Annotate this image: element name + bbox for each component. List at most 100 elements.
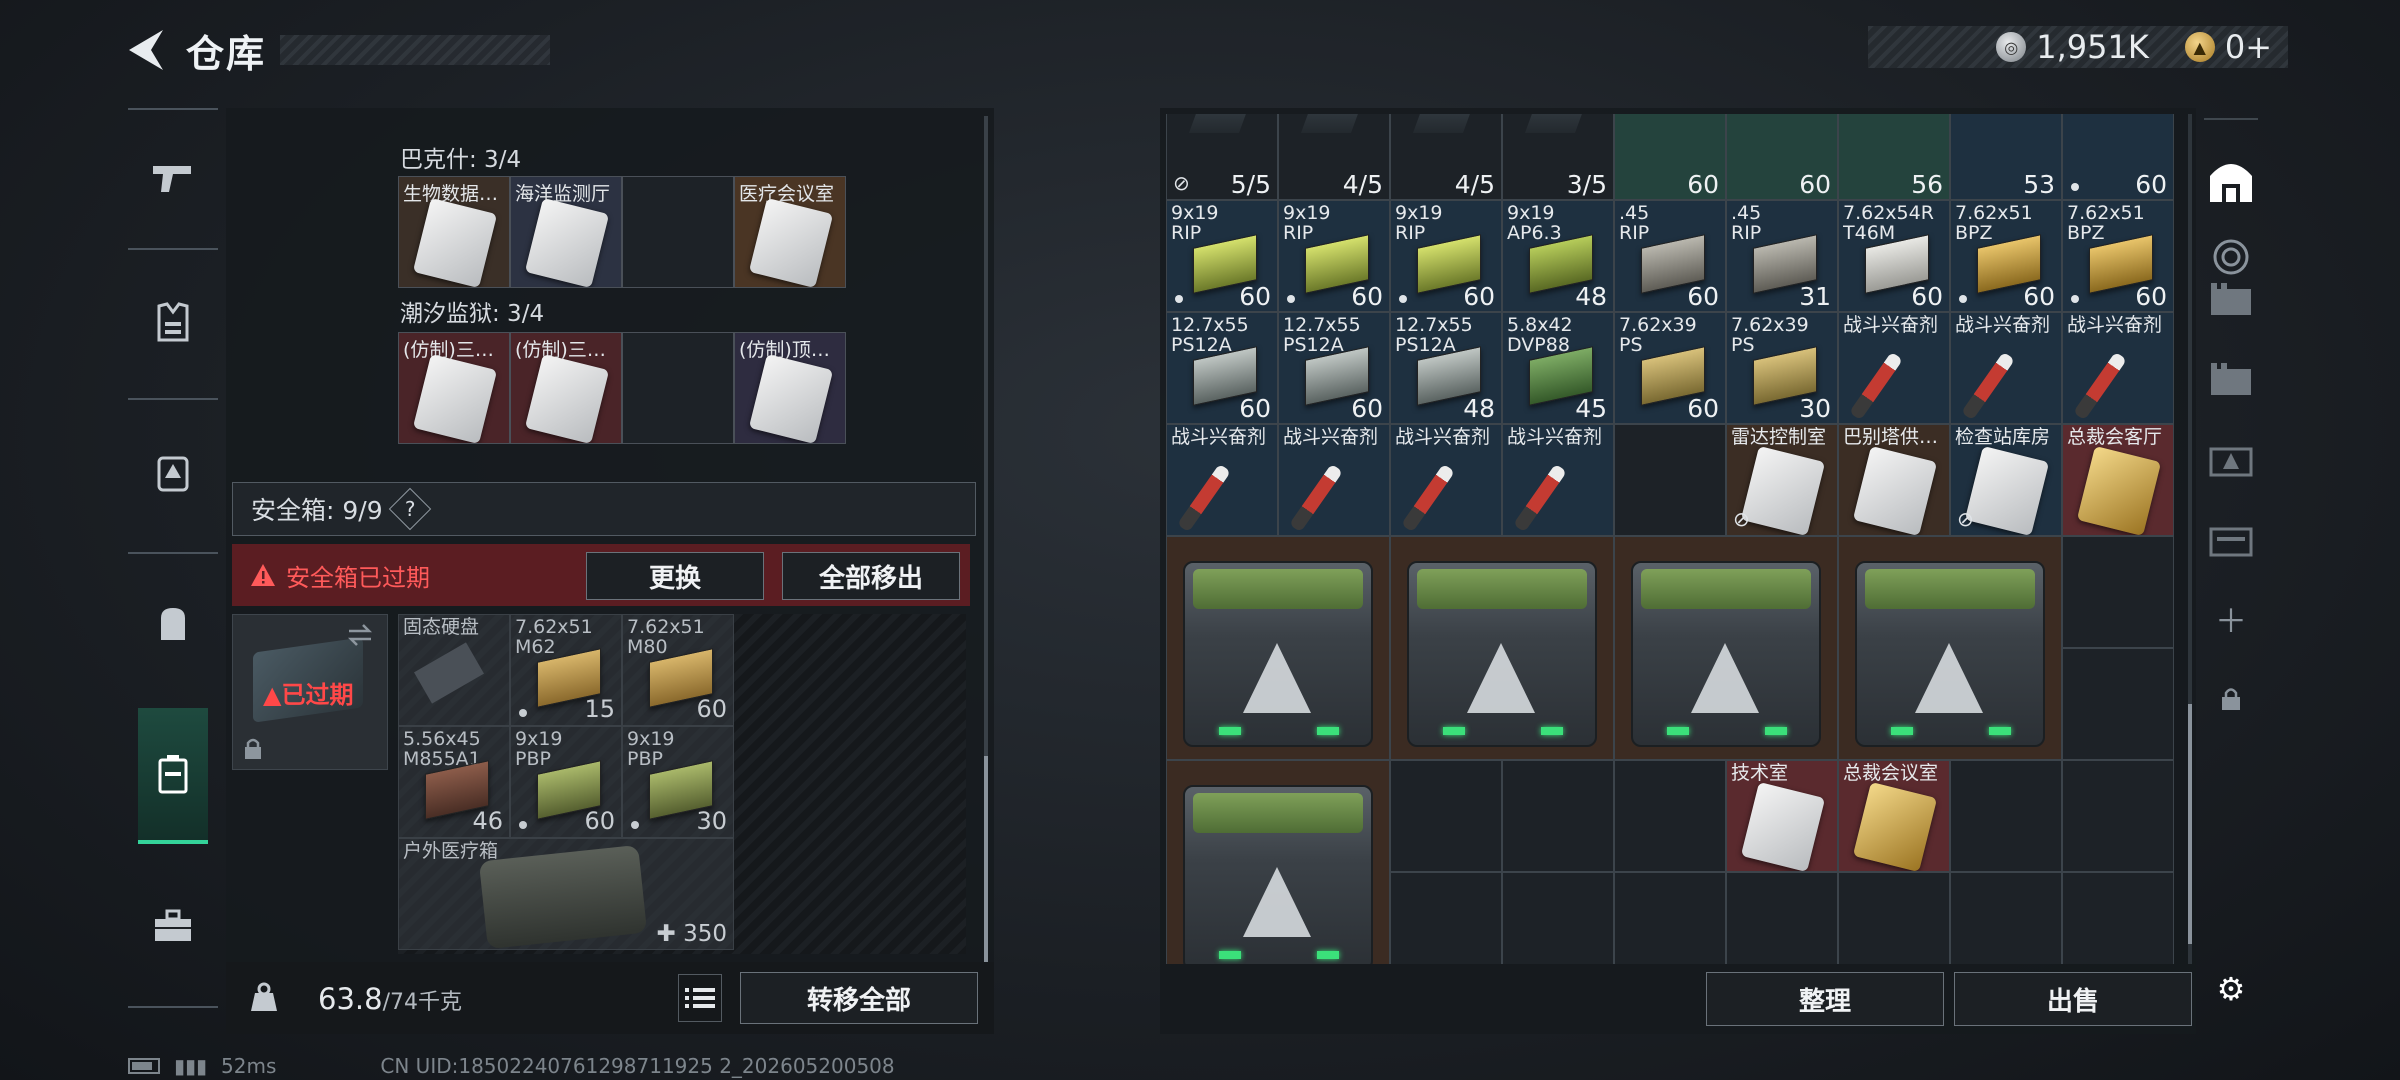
back-button[interactable] [120, 25, 170, 75]
stash-item[interactable]: 战斗兴奋剂 [1166, 424, 1278, 536]
stash-item[interactable]: 战斗兴奋剂 [1390, 424, 1502, 536]
list-view-button[interactable] [678, 974, 722, 1022]
stash-item[interactable]: 12.7x55 PS12A 60 [1166, 312, 1278, 424]
stash-item[interactable]: 7.62x51 BPZ 60 [1950, 200, 2062, 312]
stash-tab-3-icon[interactable] [2200, 428, 2262, 490]
stash-item[interactable]: 12.7x55 PS12A 60 [1278, 312, 1390, 424]
title-decoration [280, 35, 551, 65]
stash-slot-empty[interactable] [2062, 760, 2174, 872]
stash-item[interactable]: 53 [1950, 114, 2062, 200]
stash-slot-empty[interactable] [1950, 872, 2062, 964]
stash-item[interactable]: 56 [1838, 114, 1950, 200]
key-slot-empty[interactable] [622, 332, 734, 444]
lock-tab-icon[interactable] [2200, 668, 2262, 730]
stash-item[interactable]: 60 [1614, 114, 1726, 200]
key-slot-empty[interactable] [622, 176, 734, 288]
nav-safe-box[interactable] [138, 708, 208, 844]
stash-item[interactable]: 7.62x39 PS 30 [1726, 312, 1838, 424]
settings-gear-icon[interactable]: ⚙ [2200, 958, 2262, 1020]
stash-crate[interactable] [1614, 536, 1838, 760]
stash-slot-empty[interactable] [1838, 872, 1950, 964]
stash-item[interactable]: 雷达控制室 ⊘ [1726, 424, 1838, 536]
stash-item[interactable]: 7.62x54R T46M 60 [1838, 200, 1950, 312]
safe-box-item[interactable]: ▲已过期 [232, 614, 388, 770]
safe-item[interactable]: 9x19 PBP 30 [622, 726, 734, 838]
stash-tab-4-icon[interactable] [2200, 508, 2262, 570]
sell-button[interactable]: 出售 [1954, 972, 2192, 1026]
stash-item[interactable]: 战斗兴奋剂 [1838, 312, 1950, 424]
stash-crate[interactable] [1838, 536, 2062, 760]
stash-item[interactable]: 检查站库房 ⊘ [1950, 424, 2062, 536]
stash-item[interactable]: ⊘ 5/5 [1166, 114, 1278, 200]
stash-slot-empty[interactable] [2062, 536, 2174, 648]
stash-item[interactable]: 战斗兴奋剂 [1950, 312, 2062, 424]
stash-slot-empty[interactable] [1950, 760, 2062, 872]
key-slot[interactable]: (仿制)三… [398, 332, 510, 444]
transfer-all-button[interactable]: 转移全部 [740, 972, 978, 1024]
nav-rig[interactable] [128, 412, 218, 532]
stash-slot-empty[interactable] [1614, 760, 1726, 872]
stash-slot-empty[interactable] [1502, 872, 1614, 964]
safe-item[interactable]: 9x19 PBP 60 [510, 726, 622, 838]
stash-item[interactable]: .45 RIP 60 [1614, 200, 1726, 312]
stash-scrollbar[interactable] [2188, 114, 2192, 964]
stash-crate[interactable] [1390, 536, 1614, 760]
stash-item[interactable]: 战斗兴奋剂 [1278, 424, 1390, 536]
left-scrollbar[interactable] [984, 116, 988, 976]
key-slot[interactable]: 医疗会议室 [734, 176, 846, 288]
stash-item[interactable]: 7.62x51 BPZ 60 [2062, 200, 2174, 312]
stash-item[interactable]: 3/5 [1502, 114, 1614, 200]
stash-slot-empty[interactable] [1390, 760, 1502, 872]
stash-item[interactable]: 60 [1726, 114, 1838, 200]
stash-item[interactable]: 9x19 AP6.3 48 [1502, 200, 1614, 312]
stash-item[interactable]: 总裁会客厅 [2062, 424, 2174, 536]
stash-main-tab-icon[interactable] [2200, 150, 2262, 212]
safe-item-medkit[interactable]: 户外医疗箱 ✚ 350 [398, 838, 734, 950]
stash-item[interactable]: 总裁会议室 [1838, 760, 1950, 872]
nav-armor[interactable] [128, 262, 218, 382]
stash-item[interactable]: 9x19 RIP 60 [1390, 200, 1502, 312]
stash-slot-empty[interactable] [1614, 872, 1726, 964]
stash-item[interactable]: 7.62x39 PS 60 [1614, 312, 1726, 424]
stash-slot-empty[interactable] [1614, 424, 1726, 536]
nav-weapons[interactable] [128, 118, 218, 238]
stash-tab-1-icon[interactable] [2200, 268, 2262, 330]
stash-item[interactable]: 技术室 [1726, 760, 1838, 872]
stash-slot-empty[interactable] [1502, 760, 1614, 872]
key-slot[interactable]: (仿制)顶… [734, 332, 846, 444]
stash-crate[interactable] [1166, 760, 1390, 964]
safe-item[interactable]: 固态硬盘 [398, 614, 510, 726]
nav-toolbox[interactable] [128, 866, 218, 986]
stash-item[interactable]: .45 RIP 31 [1726, 200, 1838, 312]
stash-crate[interactable] [1166, 536, 1390, 760]
stash-slot-empty[interactable] [2062, 648, 2174, 760]
stash-item[interactable]: 9x19 RIP 60 [1278, 200, 1390, 312]
key-slot[interactable]: 生物数据… [398, 176, 510, 288]
stash-item[interactable]: 9x19 RIP 60 [1166, 200, 1278, 312]
stash-item[interactable]: 4/5 [1390, 114, 1502, 200]
stash-grid: ⊘ 5/5 4/5 4/5 3/5 60 60 56 53 60 9x19 RIP… [1166, 114, 2178, 964]
key-slot[interactable]: (仿制)三… [510, 332, 622, 444]
stash-item[interactable]: 巴别塔供… [1838, 424, 1950, 536]
help-icon[interactable]: ? [388, 487, 431, 531]
key-slot[interactable]: 海洋监测厅 [510, 176, 622, 288]
stash-item[interactable]: 12.7x55 PS12A 48 [1390, 312, 1502, 424]
stash-slot-empty[interactable] [2062, 872, 2174, 964]
nav-backpack[interactable] [128, 564, 218, 684]
stash-item[interactable]: 战斗兴奋剂 [2062, 312, 2174, 424]
safe-item[interactable]: 7.62x51 M80 60 [622, 614, 734, 726]
stash-slot-empty[interactable] [1726, 872, 1838, 964]
safe-item[interactable]: 7.62x51 M62 15 [510, 614, 622, 726]
stash-slot-empty[interactable] [1390, 872, 1502, 964]
stash-tab-2-icon[interactable] [2200, 348, 2262, 410]
sort-button[interactable]: 整理 [1706, 972, 1944, 1026]
stash-item[interactable]: 60 [2062, 114, 2174, 200]
stash-item[interactable]: 5.8x42 DVP88 45 [1502, 312, 1614, 424]
add-tab-icon[interactable]: ＋ [2200, 588, 2262, 650]
stash-item[interactable]: 战斗兴奋剂 [1502, 424, 1614, 536]
replace-button[interactable]: 更换 [586, 552, 764, 600]
swap-icon[interactable] [345, 623, 375, 647]
safe-item[interactable]: 5.56x45 M855A1 46 [398, 726, 510, 838]
stash-item[interactable]: 4/5 [1278, 114, 1390, 200]
move-all-out-button[interactable]: 全部移出 [782, 552, 960, 600]
